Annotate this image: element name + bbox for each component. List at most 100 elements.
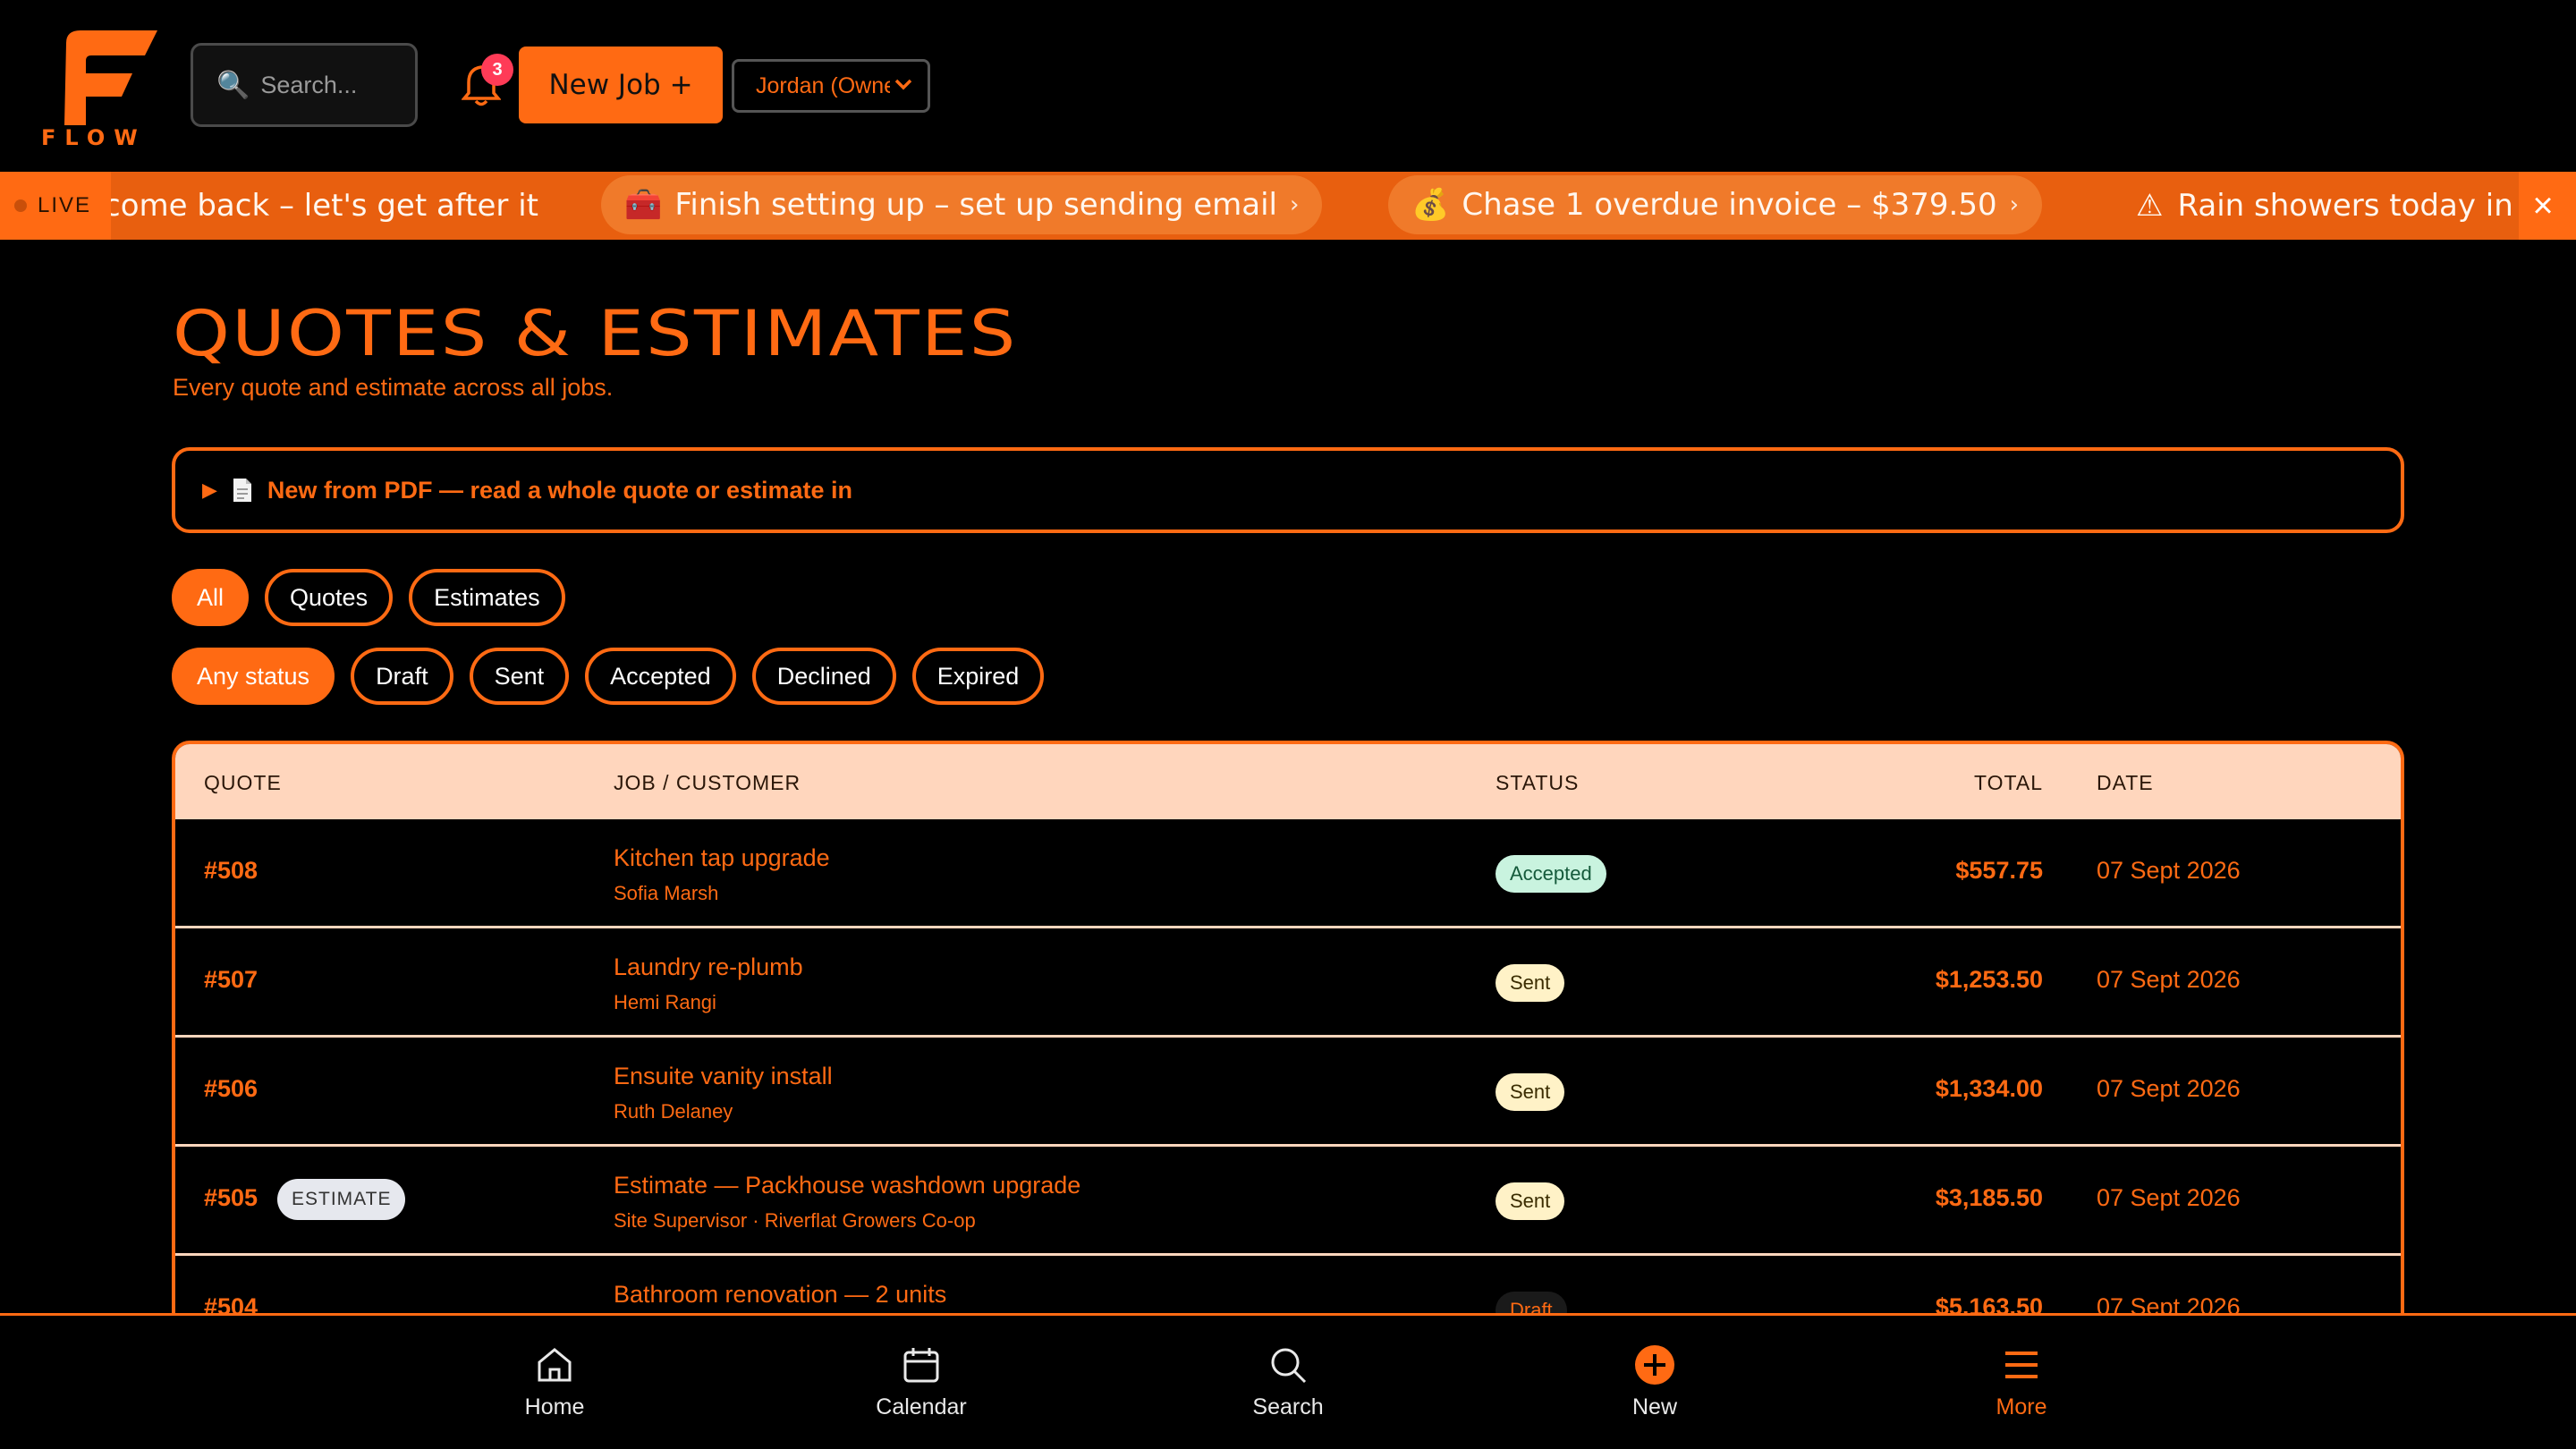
menu-icon [2005,1352,2038,1378]
quote-date: 07 Sept 2026 [2097,1293,2241,1313]
job-title[interactable]: Ensuite vanity install [614,1063,833,1090]
header-search[interactable]: 🔍 [191,43,418,127]
chevron-right-icon: › [1290,191,1300,218]
customer-name: Site Supervisor · Riverflat Growers Co-o… [614,1209,976,1232]
customer-name: Ruth Delaney [614,1100,733,1123]
search-icon [1271,1348,1307,1384]
calendar-icon [903,1348,939,1383]
home-icon [538,1348,572,1382]
triangle-right-icon: ▶ [202,479,217,501]
status-badge: Draft [1496,1292,1567,1313]
ticker-item-text: Finish setting up – set up sending email [674,187,1277,223]
page-title: QUOTES & ESTIMATES [173,297,1018,370]
new-job-button[interactable]: New Job + [519,47,723,123]
job-title[interactable]: Bathroom renovation — 2 units [614,1281,946,1309]
table-row[interactable]: #506 Ensuite vanity install Ruth Delaney… [175,1038,2401,1147]
column-header-date[interactable]: DATE [2097,771,2154,795]
column-header-total[interactable]: TOTAL [1974,771,2043,795]
nav-label: New [1631,1394,1677,1419]
quote-number[interactable]: #504 [204,1293,258,1313]
quote-number[interactable]: #506 [204,1075,258,1103]
quote-date: 07 Sept 2026 [2097,966,2241,993]
filter-type-quotes[interactable]: Quotes [265,569,394,626]
quote-total: $1,253.50 [1935,966,2043,993]
quote-number[interactable]: #507 [204,966,258,994]
money-bag-icon: 💰 [1411,187,1450,223]
quote-date: 07 Sept 2026 [2097,1075,2241,1102]
filter-status-expired[interactable]: Expired [911,648,1045,705]
filter-status-sent[interactable]: Sent [469,648,570,705]
filter-status-draft[interactable]: Draft [351,648,453,705]
nav-label: Calendar [876,1394,967,1419]
announcement-ticker: LIVE come back – let's get after it 🧰 Fi… [0,172,2576,240]
user-select-value: Jordan (Owner) [756,72,890,98]
status-badge: Accepted [1496,855,1606,893]
document-icon [233,479,251,502]
nav-home[interactable]: Home [465,1316,644,1449]
quote-date: 07 Sept 2026 [2097,857,2241,884]
ticker-close-button[interactable]: × [2519,172,2567,240]
quote-number[interactable]: #508 [204,857,258,885]
table-row[interactable]: #504 Bathroom renovation — 2 units Draft… [175,1256,2401,1313]
ticker-item-welcome: come back – let's get after it [111,172,538,240]
quote-total: $3,185.50 [1935,1184,2043,1211]
ticker-item-text: Chase 1 overdue invoice – $379.50 [1462,187,1997,223]
logo-wordmark: FLOW [41,125,147,150]
search-input[interactable] [260,71,413,99]
quote-total: $5,163.50 [1935,1293,2043,1313]
nav-new[interactable]: New [1565,1316,1744,1449]
filter-type-all[interactable]: All [172,569,250,626]
job-title[interactable]: Laundry re-plumb [614,953,803,981]
estimate-badge: ESTIMATE [277,1179,406,1220]
live-label: LIVE [38,193,92,217]
status-filter-row: Any status Draft Sent Accepted Declined … [172,648,1045,705]
filter-status-accepted[interactable]: Accepted [585,648,736,705]
notification-badge: 3 [481,54,513,86]
table-row[interactable]: #505 ESTIMATE Estimate — Packhouse washd… [175,1147,2401,1256]
quote-total: $557.75 [1955,857,2043,884]
user-select[interactable]: Jordan (Owner) [732,59,930,113]
ticker-item-setup[interactable]: 🧰 Finish setting up – set up sending ema… [601,175,1323,234]
column-header-status[interactable]: STATUS [1496,771,1579,795]
new-from-pdf-toggle[interactable]: ▶ New from PDF — read a whole quote or e… [172,447,2404,533]
chevron-down-icon [894,79,912,90]
ticker-item-text: come back – let's get after it [111,188,538,224]
quote-number[interactable]: #505 [204,1184,258,1212]
column-header-quote[interactable]: QUOTE [204,771,282,795]
chevron-right-icon: › [2009,191,2020,218]
table-row[interactable]: #507 Laundry re-plumb Hemi Rangi Sent $1… [175,928,2401,1038]
ticker-item-weather: ⚠ Rain showers today in [2136,172,2513,240]
status-badge: Sent [1496,1182,1565,1220]
status-badge: Sent [1496,964,1565,1002]
filter-status-any[interactable]: Any status [172,648,335,705]
status-badge: Sent [1496,1073,1565,1111]
nav-label: More [1996,1394,2047,1419]
live-badge: LIVE [0,172,111,240]
quote-date: 07 Sept 2026 [2097,1184,2241,1211]
table-row[interactable]: #508 Kitchen tap upgrade Sofia Marsh Acc… [175,819,2401,928]
filter-status-declined[interactable]: Declined [751,648,896,705]
toolbox-icon: 🧰 [624,187,663,223]
bottom-nav: Home Calendar Search New More [0,1313,2576,1449]
page-subtitle: Every quote and estimate across all jobs… [173,374,614,401]
filter-type-estimates[interactable]: Estimates [409,569,565,626]
customer-name: Sofia Marsh [614,882,719,904]
job-title[interactable]: Kitchen tap upgrade [614,844,830,872]
ticker-track: come back – let's get after it 🧰 Finish … [111,172,2526,240]
nav-more[interactable]: More [1932,1316,2111,1449]
app-header: FLOW 🔍 3 New Job + Jordan (Owner) [0,0,2576,172]
nav-label: Search [1252,1394,1324,1419]
type-filter-row: All Quotes Estimates [172,569,565,626]
quote-total: $1,334.00 [1935,1075,2043,1102]
nav-search[interactable]: Search [1199,1316,1377,1449]
job-title[interactable]: Estimate — Packhouse washdown upgrade [614,1172,1080,1199]
column-header-job-customer[interactable]: JOB / CUSTOMER [614,771,801,795]
table-header: QUOTE JOB / CUSTOMER STATUS TOTAL DATE [175,744,2401,819]
search-icon: 🔍 [216,70,250,100]
warning-icon: ⚠ [2136,188,2164,224]
quotes-table: QUOTE JOB / CUSTOMER STATUS TOTAL DATE #… [172,741,2404,1313]
pdf-panel-label: New from PDF — read a whole quote or est… [267,476,853,504]
nav-calendar[interactable]: Calendar [832,1316,1011,1449]
ticker-item-invoice[interactable]: 💰 Chase 1 overdue invoice – $379.50 › [1388,175,2043,234]
plus-circle-icon [1635,1345,1674,1385]
